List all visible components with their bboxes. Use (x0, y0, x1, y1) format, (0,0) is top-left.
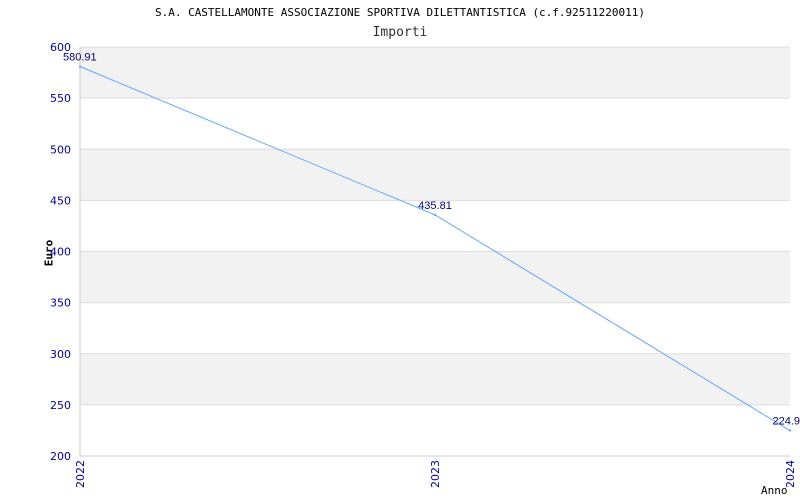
y-tick-label: 250 (50, 399, 71, 412)
data-label: 435.81 (418, 200, 452, 212)
data-label: 580.91 (63, 52, 97, 64)
data-point (78, 65, 82, 68)
grid-band (80, 47, 790, 99)
y-tick-label: 400 (50, 246, 71, 259)
grid-band (80, 149, 790, 201)
x-tick-label: 2023 (429, 460, 442, 488)
y-tick-label: 350 (50, 297, 71, 310)
data-label: 224.9 (772, 416, 800, 428)
grid-band (80, 251, 790, 303)
x-tick-labels: 2022 2023 2024 (74, 460, 797, 488)
y-tick-label: 200 (50, 450, 71, 463)
y-tick-label: 300 (50, 348, 71, 361)
data-point (433, 213, 437, 217)
grid-band (80, 353, 790, 405)
x-tick-label: 2024 (784, 460, 797, 488)
y-tick-labels: 200250300350400450500550600 (50, 41, 71, 463)
line-chart: 200250300350400450500550600 2022 2023 2024… (50, 41, 800, 488)
y-tick-label: 550 (50, 92, 71, 105)
y-tick-label: 500 (50, 143, 71, 156)
data-point (788, 429, 792, 432)
y-tick-label: 450 (50, 194, 71, 207)
grid-bands (80, 47, 790, 405)
x-tick-label: 2022 (74, 460, 87, 488)
